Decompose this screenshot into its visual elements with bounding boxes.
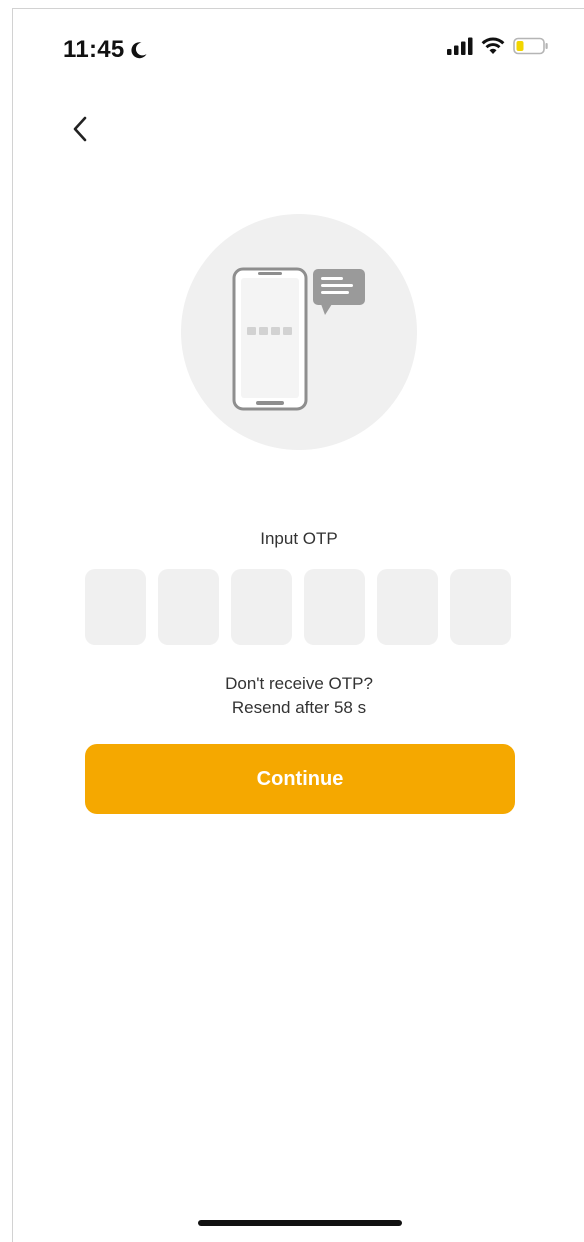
status-icons xyxy=(447,37,549,55)
wifi-icon xyxy=(481,37,505,54)
moon-icon xyxy=(131,42,147,59)
phone-icon xyxy=(232,267,308,411)
otp-digit-1[interactable] xyxy=(85,569,146,645)
otp-input-row xyxy=(85,569,511,645)
otp-digit-4[interactable] xyxy=(304,569,365,645)
back-button[interactable] xyxy=(65,109,95,149)
otp-title: Input OTP xyxy=(260,529,338,548)
otp-digit-5[interactable] xyxy=(377,569,438,645)
battery-icon xyxy=(513,37,548,55)
status-time: 11:45 xyxy=(63,36,125,63)
app-screen: 11:45 Input OTP Don't receive OTP? Resen… xyxy=(12,8,584,1242)
otp-digit-6[interactable] xyxy=(450,569,511,645)
resend-question: Don't receive OTP? xyxy=(225,674,373,693)
otp-illustration xyxy=(181,214,417,450)
otp-digit-3[interactable] xyxy=(231,569,292,645)
signal-icon xyxy=(447,37,473,55)
home-indicator xyxy=(198,1220,402,1226)
chevron-left-icon xyxy=(73,116,87,142)
status-time-group: 11:45 xyxy=(63,36,149,64)
continue-button[interactable]: Continue xyxy=(85,744,515,814)
resend-info: Don't receive OTP? Resend after 58 s xyxy=(13,672,584,720)
status-bar: 11:45 xyxy=(13,9,584,89)
resend-countdown[interactable]: Resend after 58 s xyxy=(13,696,584,720)
otp-digit-2[interactable] xyxy=(158,569,219,645)
message-bubble-icon xyxy=(313,269,365,315)
